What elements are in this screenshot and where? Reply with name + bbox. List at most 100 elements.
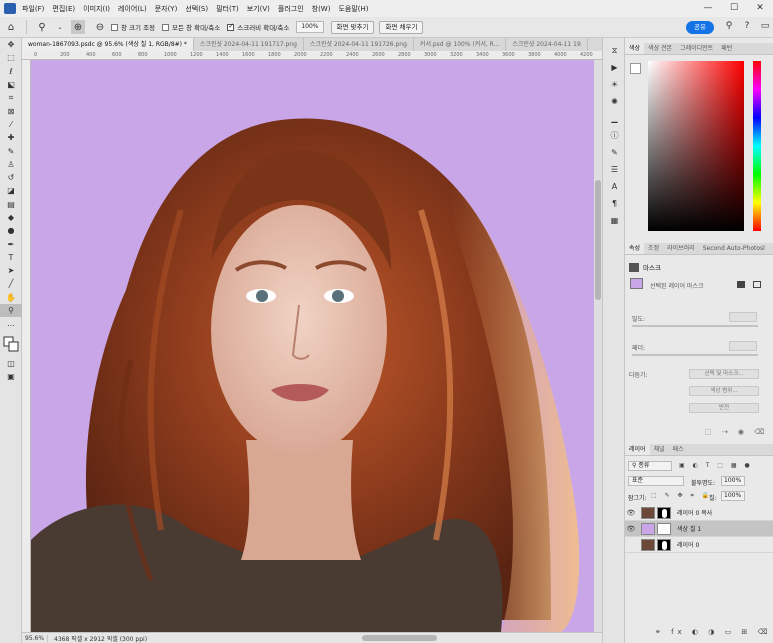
object-select-tool-icon[interactable]: ⬕ [0,78,22,91]
layer-name[interactable]: 레이어 0 복사 [677,508,712,517]
photoshop-logo-icon[interactable] [4,3,16,14]
zoom-in-icon[interactable]: ⊕ [71,20,85,34]
stamp-tool-icon[interactable]: ♙ [0,158,22,171]
menu-select[interactable]: 선택(S) [185,4,208,14]
layer-mask-thumbnail[interactable] [657,506,671,519]
menu-plugins[interactable]: 플러그인 [278,4,304,14]
density-field[interactable] [729,312,757,322]
brightness-icon[interactable]: ✺ [603,93,626,110]
feather-slider[interactable] [632,354,758,356]
feather-field[interactable] [729,341,757,351]
search-icon[interactable]: ⚲ [720,21,738,31]
workspace-icon[interactable]: ▭ [756,21,773,31]
layer-mask-thumbnail[interactable] [657,538,671,551]
menu-type[interactable]: 문자(Y) [155,4,178,14]
layer-row[interactable]: 👁 레이어 0 복사 [625,505,773,521]
actions-icon[interactable]: ▶ [603,59,626,76]
share-button[interactable]: 공유 [686,21,714,34]
scroll-thumb[interactable] [595,180,601,300]
menu-file[interactable]: 파일(F) [22,4,44,14]
menu-view[interactable]: 보기(V) [247,4,270,14]
marquee-tool-icon[interactable]: ⬚ [0,51,22,64]
tab-gradients[interactable]: 그레이디언트 [676,43,717,54]
eye-icon[interactable]: 👁 [625,525,637,533]
frame-tool-icon[interactable]: ⊠ [0,104,22,117]
home-icon[interactable]: ⌂ [4,20,18,34]
chevron-down-icon[interactable]: ⌄ [57,20,63,34]
menu-layer[interactable]: 레이어(L) [118,4,147,14]
hand-tool-icon[interactable]: ✋ [0,291,22,304]
path-select-icon[interactable]: ➤ [0,264,22,277]
adjust-icon[interactable]: ☀ [603,76,626,93]
tab-layers[interactable]: 레이어 [625,444,650,455]
eye-icon[interactable]: 👁 [625,509,637,517]
gradient-tool-icon[interactable]: ▤ [0,198,22,211]
libraries-icon[interactable]: ▦ [603,212,626,229]
paragraph-icon[interactable]: ¶ [603,195,626,212]
dodge-tool-icon[interactable]: ● [0,224,22,237]
tab-channels[interactable]: 채널 [650,444,669,455]
menu-edit[interactable]: 편집(E) [52,4,75,14]
tab-woman-psdc[interactable]: woman-1867093.psdc @ 95.6% (색상 칠 1, RGB/… [22,38,194,51]
tab-patterns[interactable]: 패턴 [717,43,736,54]
levels-icon[interactable]: ▁ [603,110,626,127]
zoom-all-windows-checkbox[interactable]: 모든 창 확대/축소 [162,22,220,32]
minimize-button[interactable]: — [695,0,721,17]
character-icon[interactable]: A [603,178,626,195]
document-canvas[interactable] [31,60,594,632]
vector-mask-icon[interactable] [753,281,761,288]
quick-mask-icon[interactable]: ◫ [0,357,22,370]
menu-help[interactable]: 도움말(H) [338,4,368,14]
fit-screen-button[interactable]: 화면 맞추기 [330,20,375,34]
tab-libraries[interactable]: 라이브러리 [663,243,699,254]
color-range-button[interactable]: 색상 범위... [689,386,759,396]
vertical-scrollbar[interactable] [594,60,602,632]
help-icon[interactable]: ? [738,21,756,31]
opacity-field[interactable]: 100% [721,476,745,486]
history-brush-icon[interactable]: ↺ [0,171,22,184]
type-tool-icon[interactable]: T [0,251,22,264]
layer-comps-icon[interactable]: ☰ [603,161,626,178]
resize-windows-checkbox[interactable]: 창 크기 조정 [111,22,155,32]
tab-screenshot-3[interactable]: 스크린샷 2024-04-11 19 [506,38,588,51]
invert-button[interactable]: 반전 [689,403,759,413]
foreground-color-swatch[interactable] [630,63,641,74]
zoom-value-field[interactable]: 100% [296,21,324,33]
tab-paths[interactable]: 패스 [669,444,688,455]
color-picker-field[interactable] [648,61,744,231]
tab-swatches[interactable]: 색상 견본 [644,43,676,54]
select-and-mask-button[interactable]: 선택 및 마스크... [689,369,759,379]
more-tools-icon[interactable]: … [0,317,22,330]
close-button[interactable]: ✕ [747,0,773,17]
zoom-level[interactable]: 95.6% [22,634,48,642]
line-tool-icon[interactable]: ╱ [0,277,22,290]
eyedropper-tool-icon[interactable]: ⁄ [0,118,22,131]
hue-slider[interactable] [753,61,761,231]
screen-mode-icon[interactable]: ▣ [0,370,22,383]
menu-filter[interactable]: 필터(T) [216,4,239,14]
eraser-tool-icon[interactable]: ◪ [0,184,22,197]
tab-cursor-psd[interactable]: 커서.psd @ 100% (커서, R... [414,38,507,51]
lasso-tool-icon[interactable]: ℓ [0,65,22,78]
scrubby-zoom-checkbox[interactable]: 스크러비 확대/축소 [227,22,289,32]
horizontal-scroll-thumb[interactable] [362,635,437,641]
layer-name[interactable]: 색상 칠 1 [677,524,701,533]
menu-image[interactable]: 이미지(I) [83,4,110,14]
fill-screen-button[interactable]: 화면 채우기 [379,20,424,34]
crop-tool-icon[interactable]: ⌗ [0,91,22,104]
layer-mask-thumbnail[interactable] [657,522,671,535]
tab-color[interactable]: 색상 [625,43,645,54]
healing-brush-icon[interactable]: ✚ [0,131,22,144]
document-info[interactable]: 4368 픽셀 x 2912 픽셀 (300 ppi) [48,634,147,643]
brush-settings-icon[interactable]: ✎ [603,144,626,161]
layer-row[interactable]: 레이어 0 [625,537,773,553]
info-icon[interactable]: ⓘ [603,127,626,144]
layer-name[interactable]: 레이어 0 [677,540,699,549]
history-icon[interactable]: ⧖ [603,42,626,59]
zoom-tool-icon[interactable]: ⚲ [0,303,22,318]
menu-window[interactable]: 창(W) [312,4,331,14]
density-slider[interactable] [632,325,758,327]
zoom-tool-icon[interactable]: ⚲ [35,20,49,34]
pixel-mask-icon[interactable] [737,281,745,288]
tab-auto-photoshop[interactable]: Second Auto-Photosl [699,243,769,254]
